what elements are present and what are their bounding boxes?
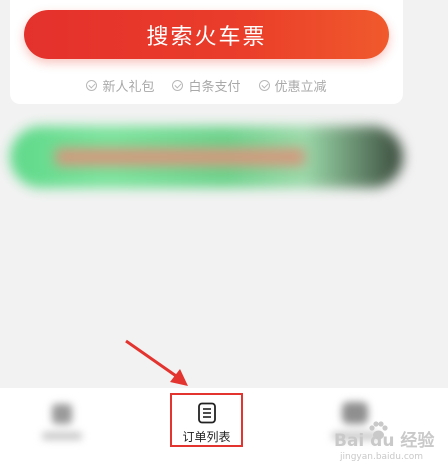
search-train-tickets-button[interactable]: 搜索火车票 xyxy=(24,10,389,59)
promo-banner[interactable] xyxy=(10,126,403,188)
nav-item-left-blurred[interactable] xyxy=(10,388,90,454)
perk-instant-discount: 优惠立减 xyxy=(258,75,327,95)
nav-item-order-list-label: 订单列表 xyxy=(182,430,231,444)
perk-new-user-gift: 新人礼包 xyxy=(86,75,154,95)
watermark-url: jingyan.baidu.com xyxy=(340,452,424,462)
nav-label-blurred xyxy=(42,432,82,440)
perks-row: 新人礼包 白条支付 优惠立减 xyxy=(10,75,403,95)
watermark-brand: Bai du 经验 xyxy=(334,431,435,451)
baidu-jingyan-watermark: Bai du 经验 jingyan.baidu.com xyxy=(330,418,440,472)
perk-label: 白条支付 xyxy=(188,79,241,95)
check-circle-icon xyxy=(86,79,98,91)
banner-text-blurred xyxy=(55,148,305,166)
annotation-arrow-icon xyxy=(125,339,188,386)
nav-item-order-list[interactable]: 订单列表 xyxy=(170,393,243,447)
order-list-icon xyxy=(197,402,216,424)
check-circle-icon xyxy=(258,79,270,91)
perk-label: 优惠立减 xyxy=(274,79,327,95)
perk-baitiao-pay: 白条支付 xyxy=(172,75,241,95)
search-card: 搜索火车票 新人礼包 白条支付 优惠立减 xyxy=(10,0,403,104)
check-circle-icon xyxy=(172,79,184,91)
perk-label: 新人礼包 xyxy=(102,79,155,95)
nav-icon-blurred xyxy=(52,404,72,424)
